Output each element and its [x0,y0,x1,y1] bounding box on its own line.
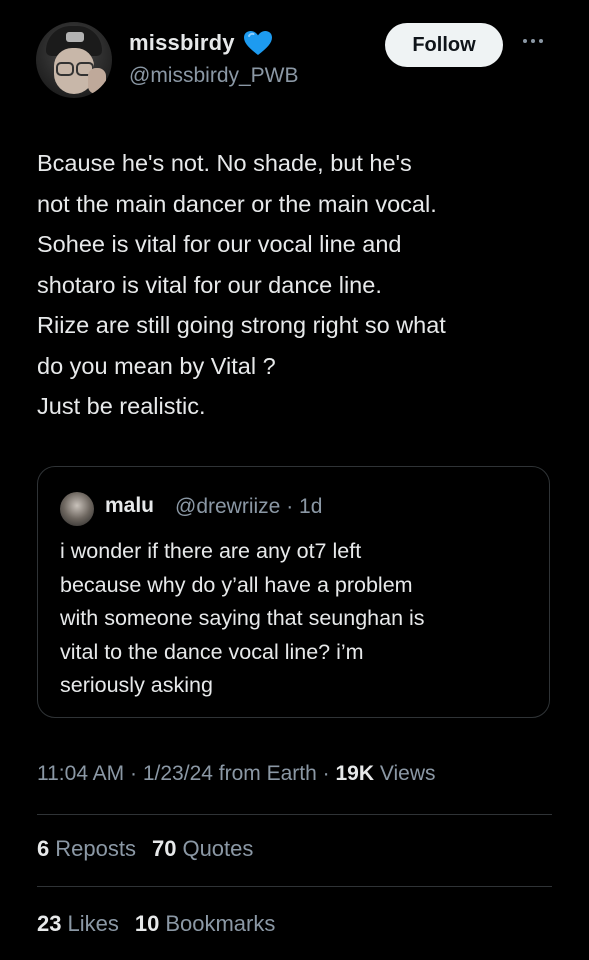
tweet-header: missbirdy @missbirdy_PWB Follow [36,22,556,102]
tweet-date[interactable]: 1/23/24 [143,762,213,785]
more-dot [531,39,535,43]
views-count[interactable]: 19K [336,762,375,785]
quotes-count: 70 [151,836,177,861]
blue-heart-icon [243,31,272,55]
divider [37,814,552,815]
quoted-tweet-age: 1d [299,495,323,518]
divider [37,886,552,887]
author-name-row: missbirdy [129,30,273,56]
bookmarks-stat[interactable]: 10 Bookmarks [135,911,276,937]
quoted-tweet-card[interactable]: malu @drewriize · 1d i wonder if there a… [37,466,550,718]
follow-button[interactable]: Follow [385,23,503,67]
views-label: Views [379,762,436,785]
tweet-time[interactable]: 11:04 AM [37,762,124,785]
more-options-icon[interactable] [523,34,549,48]
quoted-tweet-text: i wonder if there are any ot7 left becau… [60,539,425,697]
likes-count: 23 [37,911,62,936]
likes-label: Likes [67,911,119,936]
bookmarks-label: Bookmarks [165,911,276,936]
quoted-meta-separator: · [286,495,294,518]
stats-row-likes-bookmarks: 23 Likes 10 Bookmarks [37,911,275,937]
reposts-label: Reposts [55,836,136,861]
avatar-hat-print [66,32,84,42]
quoted-author-handle: @drewriize [175,495,281,518]
quoted-author-avatar [60,492,94,526]
avatar-glasses-left [56,62,74,76]
author-display-name[interactable]: missbirdy [129,30,235,56]
quotes-stat[interactable]: 70 Quotes [152,836,253,862]
reposts-count: 6 [37,836,50,861]
tweet-text: Bcause he's not. No shade, but he's not … [37,150,446,419]
timestamp-separator: · [322,762,330,785]
quoted-author-display-name: malu [105,494,155,517]
quotes-label: Quotes [182,836,254,861]
stats-row-reposts-quotes: 6 Reposts 70 Quotes [37,836,253,862]
bookmarks-count: 10 [134,911,160,936]
author-avatar[interactable] [36,22,112,98]
reposts-stat[interactable]: 6 Reposts [37,836,136,862]
more-dot [523,39,527,43]
quoted-tweet-meta: @drewriize · 1d [175,495,322,519]
tweet-timestamp-row: 11:04 AM · 1/23/24 from Earth · 19K View… [37,762,436,786]
timestamp-separator: · [130,762,138,785]
tweet-source: from Earth [218,762,317,785]
author-handle[interactable]: @missbirdy_PWB [129,64,299,88]
more-dot [539,39,543,43]
likes-stat[interactable]: 23 Likes [37,911,119,937]
avatar-hand [88,68,106,94]
